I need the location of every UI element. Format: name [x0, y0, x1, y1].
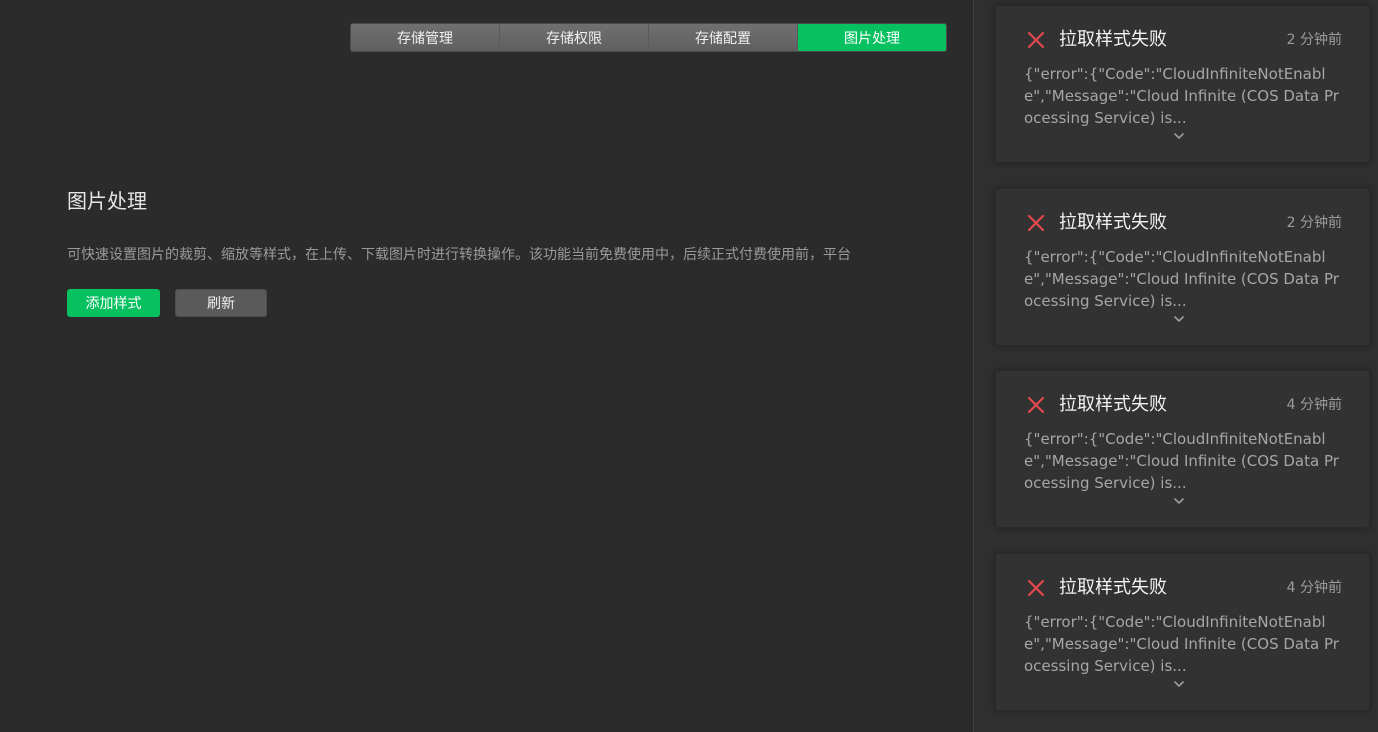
notification-panel: 拉取样式失败 2 分钟前 {"error":{"Code":"CloudInfi… — [973, 0, 1378, 732]
tab-storage-permissions[interactable]: 存储权限 — [500, 24, 649, 51]
notification-card: 拉取样式失败 2 分钟前 {"error":{"Code":"CloudInfi… — [995, 188, 1370, 346]
notification-body: {"error":{"Code":"CloudInfiniteNotEnable… — [1024, 248, 1339, 310]
page-description: 可快速设置图片的裁剪、缩放等样式，在上传、下载图片时进行转换操作。该功能当前免费… — [67, 247, 851, 263]
close-x-icon — [1027, 579, 1045, 597]
notification-body: {"error":{"Code":"CloudInfiniteNotEnable… — [1024, 65, 1339, 127]
notification-title: 拉取样式失败 — [1059, 212, 1167, 233]
storage-tabs: 存储管理 存储权限 存储配置 图片处理 — [350, 23, 947, 52]
tab-storage-management[interactable]: 存储管理 — [351, 24, 500, 51]
notification-body: {"error":{"Code":"CloudInfiniteNotEnable… — [1024, 613, 1339, 675]
add-style-button[interactable]: 添加样式 — [67, 289, 160, 317]
chevron-down-icon[interactable] — [1171, 313, 1187, 325]
notification-time: 4 分钟前 — [1286, 580, 1342, 596]
close-x-icon — [1027, 31, 1045, 49]
notification-card: 拉取样式失败 4 分钟前 {"error":{"Code":"CloudInfi… — [995, 553, 1370, 711]
close-x-icon — [1027, 214, 1045, 232]
notification-time: 2 分钟前 — [1286, 215, 1342, 231]
notification-body: {"error":{"Code":"CloudInfiniteNotEnable… — [1024, 430, 1339, 492]
notification-title: 拉取样式失败 — [1059, 577, 1167, 598]
notification-time: 4 分钟前 — [1286, 397, 1342, 413]
chevron-down-icon[interactable] — [1171, 495, 1187, 507]
notification-title: 拉取样式失败 — [1059, 29, 1167, 50]
close-x-icon — [1027, 396, 1045, 414]
page-title: 图片处理 — [67, 189, 147, 213]
notification-card: 拉取样式失败 2 分钟前 {"error":{"Code":"CloudInfi… — [995, 5, 1370, 163]
notification-card: 拉取样式失败 4 分钟前 {"error":{"Code":"CloudInfi… — [995, 370, 1370, 528]
chevron-down-icon[interactable] — [1171, 130, 1187, 142]
tab-image-processing[interactable]: 图片处理 — [798, 24, 946, 51]
chevron-down-icon[interactable] — [1171, 678, 1187, 690]
page: 存储管理 存储权限 存储配置 图片处理 图片处理 可快速设置图片的裁剪、缩放等样… — [0, 0, 1378, 732]
tab-storage-config[interactable]: 存储配置 — [649, 24, 798, 51]
notification-time: 2 分钟前 — [1286, 32, 1342, 48]
notification-title: 拉取样式失败 — [1059, 394, 1167, 415]
refresh-button[interactable]: 刷新 — [175, 289, 267, 317]
